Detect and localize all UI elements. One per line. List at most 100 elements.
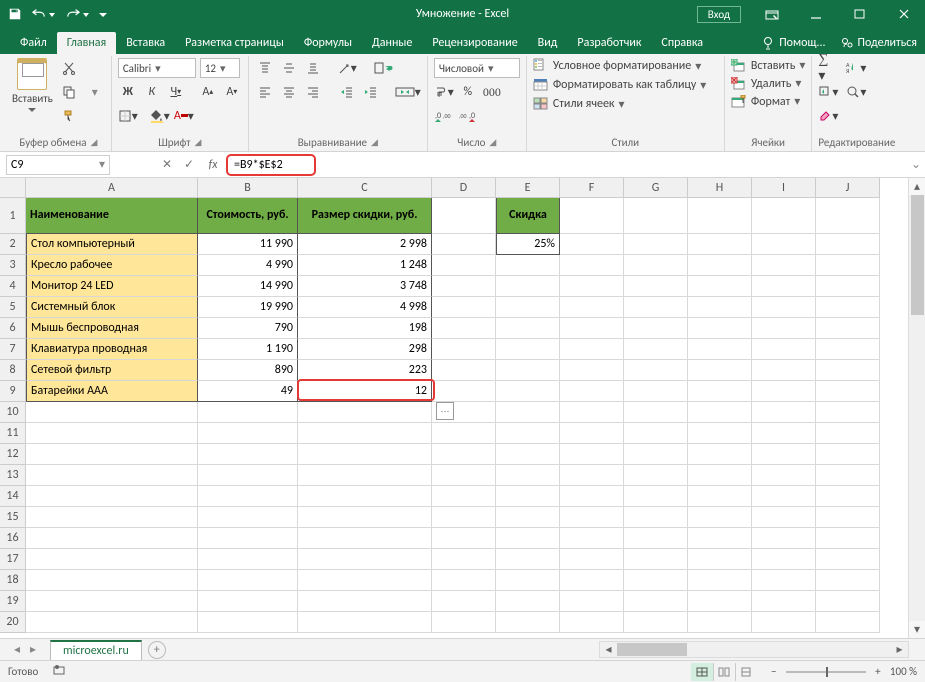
row-header[interactable]: 15 bbox=[0, 507, 26, 528]
bold-button[interactable]: Ж bbox=[118, 82, 138, 102]
cell[interactable] bbox=[26, 402, 198, 423]
cell[interactable] bbox=[752, 486, 816, 507]
cell[interactable] bbox=[560, 591, 624, 612]
row-header[interactable]: 16 bbox=[0, 528, 26, 549]
normal-view-icon[interactable] bbox=[691, 663, 713, 681]
cell[interactable] bbox=[496, 339, 560, 360]
row-header[interactable]: 10 bbox=[0, 402, 26, 423]
row-header[interactable]: 14 bbox=[0, 486, 26, 507]
tab-data[interactable]: Данные bbox=[362, 32, 422, 54]
cell[interactable] bbox=[26, 486, 198, 507]
cell[interactable] bbox=[26, 528, 198, 549]
cell[interactable] bbox=[198, 570, 298, 591]
cell[interactable]: 1 248 bbox=[298, 255, 432, 276]
cell[interactable] bbox=[624, 591, 688, 612]
tab-review[interactable]: Рецензирование bbox=[422, 32, 527, 54]
cell[interactable] bbox=[198, 465, 298, 486]
cell[interactable]: Кресло рабочее bbox=[26, 255, 198, 276]
cell[interactable] bbox=[432, 486, 496, 507]
name-box[interactable]: C9▾ bbox=[6, 155, 110, 175]
format-as-table-button[interactable]: Форматировать как таблицу▾ bbox=[533, 77, 718, 93]
undo-icon[interactable] bbox=[30, 7, 56, 21]
cell[interactable]: 49 bbox=[198, 381, 298, 402]
cell[interactable] bbox=[688, 402, 752, 423]
cell[interactable] bbox=[816, 612, 880, 633]
font-name-combo[interactable]: Calibri▾ bbox=[118, 58, 196, 78]
cancel-icon[interactable]: ✕ bbox=[156, 157, 178, 172]
col-header-d[interactable]: D bbox=[432, 178, 496, 198]
format-cells-button[interactable]: Формат▾ bbox=[731, 94, 806, 109]
cell[interactable] bbox=[560, 234, 624, 255]
cell[interactable] bbox=[688, 423, 752, 444]
view-buttons[interactable] bbox=[690, 662, 758, 682]
cell[interactable]: Стол компьютерный bbox=[26, 234, 198, 255]
cell[interactable] bbox=[432, 549, 496, 570]
cell[interactable] bbox=[432, 423, 496, 444]
cell[interactable] bbox=[560, 402, 624, 423]
cell[interactable] bbox=[752, 276, 816, 297]
redo-icon[interactable] bbox=[64, 7, 90, 21]
insert-cells-button[interactable]: Вставить▾ bbox=[731, 58, 806, 73]
col-header-f[interactable]: F bbox=[560, 178, 624, 198]
increase-font-icon[interactable]: A▴ bbox=[198, 82, 218, 102]
decrease-font-icon[interactable]: A▾ bbox=[222, 82, 242, 102]
align-top-icon[interactable] bbox=[255, 58, 275, 78]
cell[interactable] bbox=[624, 318, 688, 339]
cell[interactable] bbox=[560, 612, 624, 633]
cell[interactable]: Монитор 24 LED bbox=[26, 276, 198, 297]
ribbon-options-icon[interactable] bbox=[751, 0, 793, 28]
cell[interactable] bbox=[496, 423, 560, 444]
cell[interactable] bbox=[816, 339, 880, 360]
cell[interactable] bbox=[688, 465, 752, 486]
cell[interactable] bbox=[560, 465, 624, 486]
cell[interactable] bbox=[752, 360, 816, 381]
cell[interactable] bbox=[432, 234, 496, 255]
page-break-view-icon[interactable] bbox=[735, 663, 757, 681]
cell[interactable] bbox=[816, 486, 880, 507]
cell[interactable] bbox=[624, 276, 688, 297]
merge-icon[interactable]: ▾ bbox=[395, 82, 421, 102]
cell[interactable] bbox=[816, 297, 880, 318]
zoom-level[interactable]: 100 % bbox=[890, 665, 917, 678]
cell[interactable] bbox=[560, 381, 624, 402]
cell[interactable] bbox=[26, 444, 198, 465]
cell[interactable] bbox=[432, 612, 496, 633]
cell[interactable] bbox=[432, 381, 496, 402]
underline-button[interactable]: Ч ▾ bbox=[166, 82, 186, 102]
cell-styles-button[interactable]: Стили ячеек▾ bbox=[533, 96, 718, 112]
cell[interactable] bbox=[496, 612, 560, 633]
row-header[interactable]: 18 bbox=[0, 570, 26, 591]
cell[interactable]: Клавиатура проводная bbox=[26, 339, 198, 360]
cell[interactable] bbox=[298, 465, 432, 486]
cell[interactable] bbox=[432, 465, 496, 486]
col-header-e[interactable]: E bbox=[496, 178, 560, 198]
cell[interactable]: 19 990 bbox=[198, 297, 298, 318]
cell[interactable] bbox=[496, 465, 560, 486]
cell[interactable] bbox=[688, 297, 752, 318]
cell[interactable] bbox=[816, 465, 880, 486]
cell[interactable] bbox=[198, 486, 298, 507]
cell[interactable] bbox=[26, 507, 198, 528]
cell[interactable] bbox=[624, 423, 688, 444]
cell[interactable] bbox=[688, 570, 752, 591]
row-header[interactable]: 2 bbox=[0, 234, 26, 255]
cell[interactable] bbox=[624, 297, 688, 318]
col-header-b[interactable]: B bbox=[198, 178, 298, 198]
cell[interactable] bbox=[816, 402, 880, 423]
cell[interactable]: 298 bbox=[298, 339, 432, 360]
cell[interactable] bbox=[624, 465, 688, 486]
cell[interactable] bbox=[624, 198, 688, 234]
row-header[interactable]: 11 bbox=[0, 423, 26, 444]
cell[interactable]: 25% bbox=[496, 234, 560, 255]
cell[interactable] bbox=[298, 486, 432, 507]
cell[interactable] bbox=[752, 444, 816, 465]
cell[interactable]: Размер скидки, руб. bbox=[298, 198, 432, 234]
cell[interactable] bbox=[752, 570, 816, 591]
tab-help[interactable]: Справка bbox=[651, 32, 713, 54]
cell[interactable] bbox=[432, 255, 496, 276]
cell[interactable]: 12 bbox=[298, 381, 432, 402]
delete-cells-button[interactable]: Удалить▾ bbox=[731, 76, 806, 91]
row-header[interactable]: 8 bbox=[0, 360, 26, 381]
cell[interactable] bbox=[26, 591, 198, 612]
cell[interactable] bbox=[298, 402, 432, 423]
